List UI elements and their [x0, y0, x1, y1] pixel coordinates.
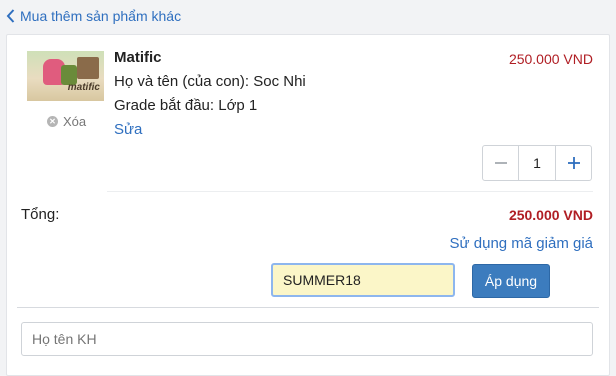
apply-coupon-button[interactable]: Áp dụng: [472, 264, 550, 298]
plus-icon: [567, 157, 580, 169]
grade-line: Grade bắt đầu: Lớp 1: [114, 97, 258, 114]
cart-card: matific ✕ Xóa Matific Họ và tên (của con…: [6, 34, 610, 376]
quantity-stepper: 1: [482, 145, 592, 181]
total-label: Tổng:: [21, 206, 60, 223]
remove-item-button[interactable]: ✕ Xóa: [47, 114, 86, 129]
quantity-value[interactable]: 1: [518, 146, 556, 180]
decrease-quantity-button[interactable]: [483, 146, 518, 180]
section-divider: [17, 307, 599, 308]
remove-label: Xóa: [63, 114, 87, 129]
remove-circle-icon: ✕: [47, 116, 58, 127]
increase-quantity-button[interactable]: [556, 146, 591, 180]
item-price: 250.000 VND: [508, 51, 593, 67]
use-coupon-link[interactable]: Sử dụng mã giảm giá: [450, 235, 593, 252]
thumbnail-logo: matific: [67, 82, 100, 93]
customer-name-field[interactable]: [21, 322, 593, 356]
minus-icon: [494, 162, 507, 164]
chevron-left-icon: [6, 9, 15, 23]
coupon-input[interactable]: [271, 263, 455, 297]
total-value: 250.000 VND: [508, 207, 593, 223]
back-to-shopping-link[interactable]: Mua thêm sản phẩm khác: [6, 6, 181, 26]
item-divider: [107, 191, 593, 192]
product-thumbnail: matific: [27, 51, 104, 101]
product-name: Matific: [114, 49, 162, 66]
edit-item-link[interactable]: Sửa: [114, 121, 142, 138]
back-link-label: Mua thêm sản phẩm khác: [20, 8, 182, 24]
child-name-line: Họ và tên (của con): Soc Nhi: [114, 73, 306, 90]
